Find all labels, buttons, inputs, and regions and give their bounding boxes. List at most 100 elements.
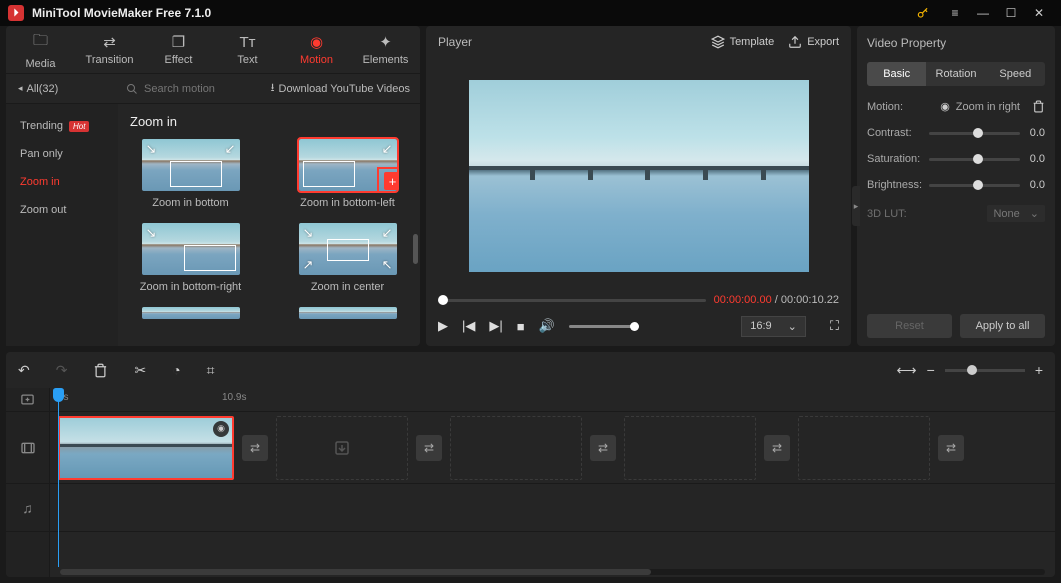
preview-display	[469, 80, 809, 272]
playhead[interactable]	[58, 388, 59, 567]
saturation-slider[interactable]	[929, 158, 1020, 161]
player-panel: Player Template Export 00:00:00.00 / 00:…	[426, 26, 851, 346]
sidebar-item-trending[interactable]: TrendingHot	[6, 112, 118, 140]
prop-tab-rotation[interactable]: Rotation	[926, 62, 985, 86]
zoom-slider[interactable]	[945, 369, 1025, 372]
download-youtube-link[interactable]: ⭳ Download YouTube Videos	[271, 79, 420, 98]
transition-slot[interactable]: ⇄	[764, 435, 790, 461]
hot-badge: Hot	[69, 121, 89, 132]
delete-button[interactable]	[93, 363, 108, 378]
menu-icon[interactable]: ≡	[941, 1, 969, 25]
next-frame-button[interactable]: ▶|	[489, 318, 502, 334]
close-button[interactable]: ✕	[1025, 1, 1053, 25]
timeline-ruler[interactable]: 0s 10.9s	[50, 388, 1055, 412]
search-input[interactable]	[144, 83, 234, 95]
export-button[interactable]: Export	[788, 35, 839, 49]
video-track-icon	[6, 412, 49, 484]
tab-effect[interactable]: ❐Effect	[144, 26, 213, 73]
motion-icon: ◉	[310, 33, 323, 51]
volume-icon[interactable]: 🔊	[539, 318, 555, 334]
minimize-button[interactable]: —	[969, 1, 997, 25]
video-track[interactable]: ◉ ⇄ ⇄ ⇄ ⇄ ⇄	[50, 412, 1055, 484]
fullscreen-button[interactable]: ⛶	[830, 318, 839, 334]
motion-zoom-in-center[interactable]: ↘↙ ↗↖ Zoom in center	[287, 223, 408, 293]
text-icon: Tᴛ	[239, 34, 255, 51]
transition-slot[interactable]: ⇄	[590, 435, 616, 461]
sidebar-item-pan-only[interactable]: Pan only	[6, 140, 118, 168]
zoom-fit-button[interactable]: ⟷	[897, 362, 917, 379]
tab-motion[interactable]: ◉Motion	[282, 26, 351, 73]
empty-clip-slot[interactable]	[624, 416, 756, 480]
clip-motion-badge: ◉	[213, 421, 229, 437]
motion-grid: Zoom in ↘↙ Zoom in bottom ↙ +	[118, 104, 420, 346]
zoom-in-button[interactable]: +	[1035, 362, 1043, 378]
empty-clip-slot[interactable]	[276, 416, 408, 480]
section-title: Zoom in	[130, 114, 408, 129]
search-icon	[126, 83, 138, 95]
tab-media[interactable]: 🗀Media	[6, 26, 75, 73]
stop-button[interactable]: ■	[517, 319, 525, 334]
motion-value: Zoom in right	[956, 101, 1020, 113]
video-clip[interactable]: ◉	[58, 416, 234, 480]
seek-bar[interactable]	[438, 299, 706, 302]
timecode: 00:00:00.00 / 00:00:10.22	[714, 294, 839, 306]
category-sidebar: TrendingHot Pan only Zoom in Zoom out	[6, 104, 118, 346]
chevron-down-icon: ⌄	[788, 320, 797, 333]
undo-button[interactable]: ↶	[18, 362, 30, 379]
timeline-toolbar: ↶ ↷ ✂ ◔ ⌗ ⟷ − +	[6, 352, 1055, 388]
crop-button[interactable]: ⌗	[207, 362, 215, 379]
transition-slot[interactable]: ⇄	[416, 435, 442, 461]
sidebar-item-zoom-in[interactable]: Zoom in	[6, 168, 118, 196]
zoom-out-button[interactable]: −	[927, 362, 935, 378]
add-motion-button[interactable]: +	[384, 172, 397, 190]
brightness-slider[interactable]	[929, 184, 1020, 187]
maximize-button[interactable]: ☐	[997, 1, 1025, 25]
timeline: ♫ 0s 10.9s ◉ ⇄ ⇄ ⇄ ⇄ ⇄	[6, 388, 1055, 577]
tab-transition[interactable]: ⇄Transition	[75, 26, 144, 73]
aspect-ratio-select[interactable]: 16:9⌄	[741, 316, 806, 337]
empty-clip-slot[interactable]	[450, 416, 582, 480]
split-button[interactable]: ✂	[134, 362, 146, 379]
property-title: Video Property	[867, 34, 1045, 50]
tab-elements[interactable]: ✦Elements	[351, 26, 420, 73]
prev-frame-button[interactable]: |◀	[462, 318, 475, 334]
transition-icon: ⇄	[103, 33, 116, 51]
add-track-button[interactable]	[6, 388, 49, 412]
motion-indicator-icon: ◉	[940, 100, 950, 113]
sidebar-item-zoom-out[interactable]: Zoom out	[6, 196, 118, 224]
transition-slot[interactable]: ⇄	[242, 435, 268, 461]
tab-text[interactable]: TᴛText	[213, 26, 282, 73]
template-icon	[711, 35, 725, 49]
motion-zoom-in-bottom[interactable]: ↘↙ Zoom in bottom	[130, 139, 251, 209]
panel-expand-handle[interactable]: ▸	[852, 186, 860, 226]
audio-track-icon: ♫	[6, 484, 49, 532]
motion-item-partial-2[interactable]	[287, 307, 408, 319]
lut-select[interactable]: None⌄	[987, 205, 1045, 222]
motion-zoom-in-bottom-left[interactable]: ↙ + Zoom in bottom-left	[287, 139, 408, 209]
all-filter[interactable]: All(32)	[6, 83, 118, 95]
timeline-scrollbar[interactable]	[60, 569, 1045, 575]
elements-icon: ✦	[379, 33, 392, 51]
reset-button[interactable]: Reset	[867, 314, 952, 338]
contrast-slider[interactable]	[929, 132, 1020, 135]
template-button[interactable]: Template	[711, 35, 775, 49]
volume-slider[interactable]	[569, 325, 639, 328]
delete-motion-button[interactable]	[1032, 100, 1045, 113]
title-bar: ⏵ MiniTool MovieMaker Free 7.1.0 ≡ — ☐ ✕	[0, 0, 1061, 26]
key-icon[interactable]	[909, 1, 937, 25]
speed-button[interactable]: ◔	[172, 362, 180, 378]
prop-tab-speed[interactable]: Speed	[986, 62, 1045, 86]
play-button[interactable]: ▶	[438, 318, 448, 334]
redo-button[interactable]: ↷	[56, 362, 68, 379]
library-scrollbar[interactable]	[413, 234, 418, 264]
export-icon	[788, 35, 802, 49]
property-panel: ▸ Video Property Basic Rotation Speed Mo…	[857, 26, 1055, 346]
motion-zoom-in-bottom-right[interactable]: ↘ Zoom in bottom-right	[130, 223, 251, 293]
transition-slot[interactable]: ⇄	[938, 435, 964, 461]
empty-clip-slot[interactable]	[798, 416, 930, 480]
audio-track[interactable]	[50, 484, 1055, 532]
add-motion-highlight: +	[377, 167, 397, 191]
prop-tab-basic[interactable]: Basic	[867, 62, 926, 86]
apply-to-all-button[interactable]: Apply to all	[960, 314, 1045, 338]
motion-item-partial-1[interactable]	[130, 307, 251, 319]
